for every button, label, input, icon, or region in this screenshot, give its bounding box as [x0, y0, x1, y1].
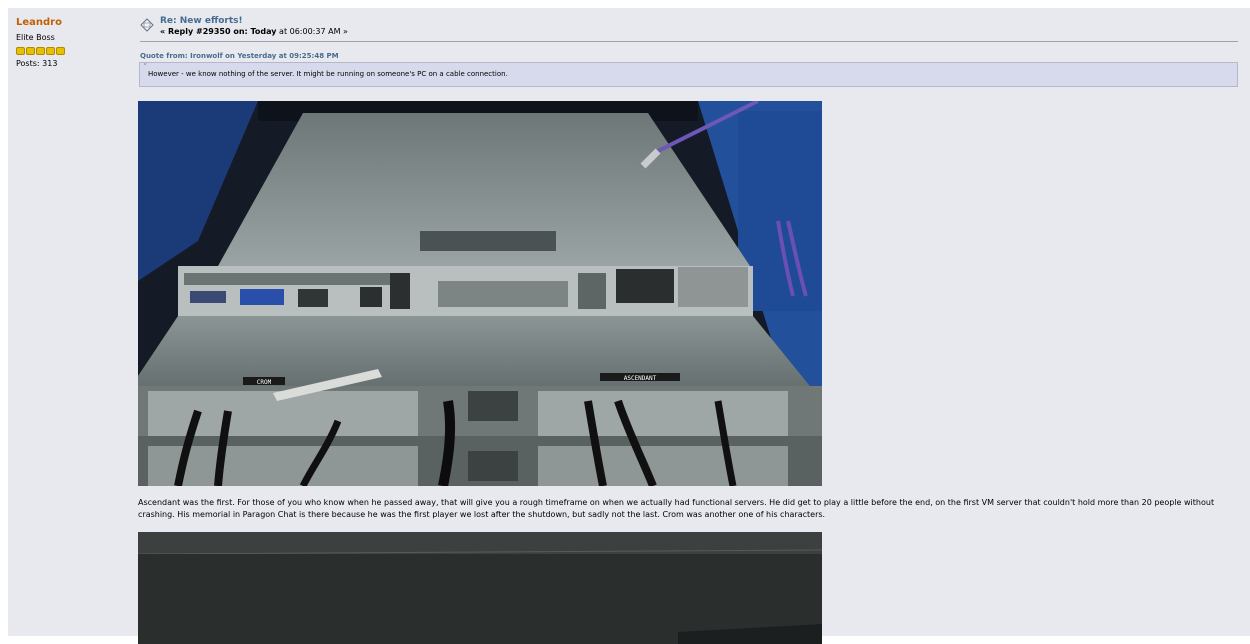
server-photo-2[interactable]: [138, 532, 822, 644]
quote-text: However - we know nothing of the server.…: [148, 70, 508, 78]
poster-name[interactable]: Leandro: [16, 16, 126, 30]
post-container: Leandro Elite Boss Posts: 313 Re: New ef…: [8, 8, 1250, 644]
message-diamond-icon: [140, 18, 154, 32]
poster-post-count: Posts: 313: [16, 59, 58, 68]
post-body-text: Ascendant was the first. For those of yo…: [138, 498, 1215, 519]
star-icon: [36, 47, 45, 55]
quote-block: “ However - we know nothing of the serve…: [139, 62, 1238, 87]
star-icon: [16, 47, 25, 55]
post-header: Re: New efforts! « Reply #29350 on: Toda…: [140, 16, 1238, 42]
server-photo-2-illustration: [138, 532, 822, 644]
quote-mark-icon: “: [143, 62, 148, 71]
label-ascendant: ASCENDANT: [624, 375, 657, 382]
label-crom: CROM: [257, 379, 272, 386]
post-time: at 06:00:37 AM »: [279, 27, 348, 36]
poster-rank: Elite Boss: [16, 33, 55, 42]
server-rack-photo[interactable]: CROM ASCENDANT: [138, 101, 822, 486]
post-meta: « Reply #29350 on: Today at 06:00:37 AM …: [160, 27, 348, 37]
star-icon: [46, 47, 55, 55]
server-rack-illustration: CROM ASCENDANT: [138, 101, 822, 486]
quote-header-link[interactable]: Quote from: Ironwolf on Yesterday at 09:…: [140, 52, 339, 61]
reply-number[interactable]: « Reply #29350 on: Today: [160, 27, 277, 36]
post-title-link[interactable]: Re: New efforts!: [160, 16, 243, 27]
star-icon: [26, 47, 35, 55]
star-icon: [56, 47, 65, 55]
rank-stars: [16, 47, 126, 56]
poster-info: Leandro Elite Boss Posts: 313: [16, 16, 126, 69]
